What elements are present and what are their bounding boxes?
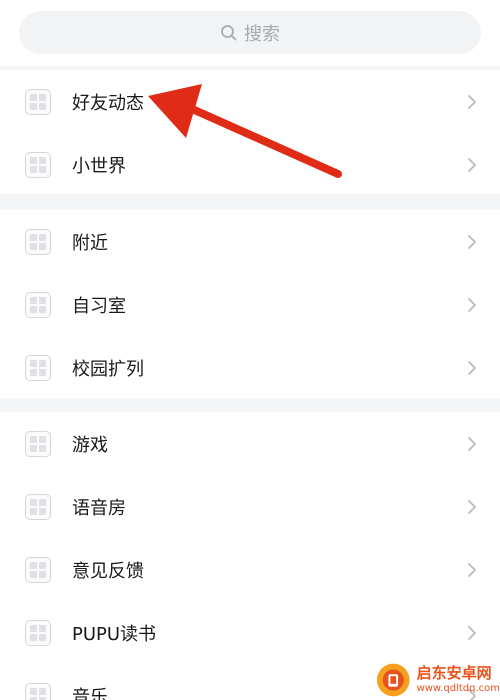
menu-item-label: 好友动态 [72,92,144,114]
menu-item-feedback[interactable]: 意见反馈 [0,538,500,601]
watermark-logo-icon [376,663,410,697]
menu-item-small-world[interactable]: 小世界 [0,133,500,196]
watermark: 启东安卓网 www.qdltdq.com [376,660,500,700]
section-divider [0,194,500,210]
search-placeholder: 搜索 [244,23,280,45]
menu-item-games[interactable]: 游戏 [0,412,500,475]
chevron-right-icon [468,499,476,514]
small-world-icon [25,151,51,178]
menu-item-label: 游戏 [72,434,108,456]
chevron-right-icon [468,360,476,375]
chevron-right-icon [468,94,476,109]
menu-item-friend-feed[interactable]: 好友动态 [0,70,500,133]
menu-item-label: 音乐 [72,686,108,700]
menu-item-label: 自习室 [72,295,126,317]
chevron-right-icon [468,297,476,312]
menu-item-campus-friends[interactable]: 校园扩列 [0,336,500,399]
music-icon [25,682,51,700]
watermark-title: 启东安卓网 [416,664,492,682]
section-divider [0,398,500,412]
menu-item-voice-room[interactable]: 语音房 [0,475,500,538]
feedback-icon [25,556,51,583]
menu-section-2: 附近 自习室 校园扩列 [0,210,500,399]
menu-section-1: 好友动态 小世界 [0,70,500,196]
menu-item-label: PUPU读书 [72,623,157,645]
campus-friends-icon [25,354,51,381]
menu-item-label: 语音房 [72,497,126,519]
nearby-icon [25,228,51,255]
menu-item-label: 校园扩列 [72,358,144,380]
friend-feed-icon [25,88,51,115]
study-room-icon [25,291,51,318]
menu-section-3: 游戏 语音房 意见反馈 PUPU读书 音乐 [0,412,500,700]
menu-item-label: 附近 [72,232,108,254]
chevron-right-icon [468,562,476,577]
search-icon [221,24,237,40]
search-bar-container: 搜索 [0,0,500,66]
chevron-right-icon [468,234,476,249]
chevron-right-icon [468,157,476,172]
menu-item-label: 意见反馈 [72,560,144,582]
games-icon [25,430,51,457]
voice-room-icon [25,493,51,520]
chevron-right-icon [468,625,476,640]
pupu-reading-icon [25,619,51,646]
menu-item-study-room[interactable]: 自习室 [0,273,500,336]
menu-item-label: 小世界 [72,155,126,177]
watermark-url: www.qdltdq.com [416,683,500,694]
chevron-right-icon [468,436,476,451]
menu-item-pupu-reading[interactable]: PUPU读书 [0,601,500,664]
search-input[interactable]: 搜索 [19,11,481,54]
menu-item-nearby[interactable]: 附近 [0,210,500,273]
